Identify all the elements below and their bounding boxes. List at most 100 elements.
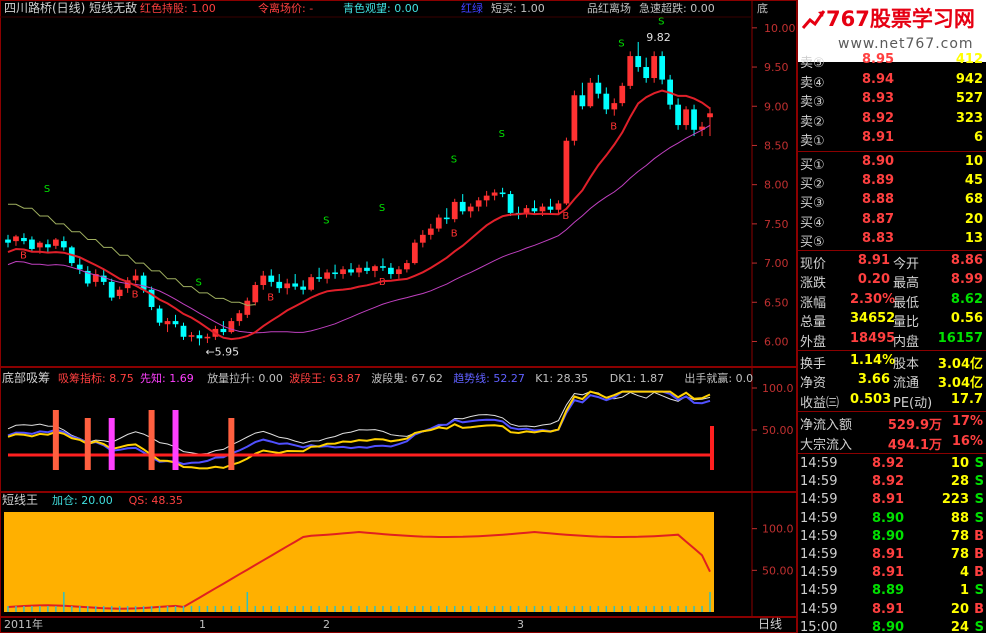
candle-body	[547, 206, 554, 210]
book-divider	[798, 151, 986, 152]
stat-value-2: 17.7	[950, 391, 983, 407]
ask-row: 卖① 8.91 6	[798, 129, 986, 149]
bid-label: 买④	[800, 215, 825, 231]
stat-label: 涨跌	[800, 276, 827, 292]
stat-value: 0.503	[850, 391, 892, 407]
ask-row: 卖③ 8.93 527	[798, 90, 986, 110]
accum-bar	[108, 418, 115, 470]
p2-indicator-5: 趋势线: 52.27	[453, 371, 525, 385]
buy-marker: B	[20, 250, 27, 261]
p2-indicator-2: 放量拉升: 0.00	[207, 371, 283, 385]
p3-indicator-1: QS: 48.35	[129, 494, 183, 507]
candle-body	[348, 269, 354, 273]
p2-indicator-8: 出手就赢: 0.0	[684, 371, 753, 385]
candle-body	[563, 140, 570, 204]
buy-marker: B	[562, 211, 569, 222]
accum-bar	[84, 418, 91, 470]
sell-marker: S	[379, 203, 385, 214]
tick-direction: S	[974, 474, 984, 490]
tick-price: 8.91	[872, 601, 905, 617]
candle-body	[611, 103, 618, 110]
tick-row: 14:59 8.91 78 B	[798, 546, 986, 565]
candle-body	[707, 113, 713, 118]
candle	[627, 51, 634, 89]
sell-marker: S	[195, 277, 201, 288]
tick-time: 14:59	[800, 510, 838, 526]
tick-time: 14:59	[800, 565, 838, 581]
sell-marker: S	[44, 184, 50, 195]
low-annotation: ←5.95	[205, 345, 239, 358]
stat-label-2: 内盘	[893, 334, 920, 350]
y-tick-label: 6.50	[764, 296, 789, 309]
candle-body	[372, 266, 378, 271]
period-label[interactable]: 日线	[758, 617, 782, 631]
tick-direction: S	[974, 510, 984, 526]
tick-volume: 223	[941, 492, 969, 508]
ask-row: 卖⑤ 8.95 412	[798, 51, 986, 71]
p2-indicator-0: 吸筹指标: 8.75	[58, 371, 134, 385]
y-tick-label: 8.50	[764, 139, 789, 152]
candle-body	[396, 269, 402, 275]
candle-body	[659, 56, 666, 80]
candle-body	[308, 277, 315, 290]
candle-body	[403, 263, 410, 270]
stat-value-2: 8.62	[950, 291, 983, 307]
logo-url: www.net767.com	[838, 36, 974, 52]
candle-body	[29, 239, 35, 249]
bid-price: 8.83	[862, 230, 895, 246]
qs-header: 短线王 加仓: 20.00 QS: 48.35	[2, 493, 183, 507]
flow-label: 净流入额	[800, 418, 853, 434]
candle-body	[52, 239, 59, 246]
candle-body	[419, 234, 426, 243]
main-indicator-2: 青色观望: 0.00	[343, 1, 419, 15]
y-tick-label: 8.00	[764, 179, 789, 192]
stat-label-2: 量比	[893, 315, 920, 331]
flow-label: 大宗流入	[800, 437, 853, 453]
tick-time: 14:59	[800, 456, 838, 471]
indicator-header: 底部吸筹 吸筹指标: 8.75 先知: 1.69 放量拉升: 0.00 波段王: 63…	[2, 370, 753, 385]
ask-volume: 323	[955, 110, 983, 126]
buy-marker: B	[267, 293, 274, 304]
tick-price: 8.90	[872, 619, 905, 633]
qs-area	[4, 512, 714, 612]
candle-body	[491, 192, 498, 196]
tick-price: 8.89	[872, 583, 905, 599]
y-tick-label: 10.00	[764, 22, 796, 35]
logo-brand: 767股票学习网	[826, 7, 975, 31]
stat-row: 外盘 18495 内盘 16157	[798, 330, 986, 350]
candle	[659, 51, 666, 85]
candle-body	[276, 281, 283, 289]
tick-time: 14:59	[800, 601, 838, 617]
tick-row: 14:59 8.91 20 B	[798, 601, 986, 620]
candle-body	[435, 217, 442, 229]
candle	[451, 198, 458, 223]
p2-tick-label: 50.00	[762, 424, 794, 437]
high-annotation: 9.82	[646, 31, 671, 44]
candle-body	[443, 217, 450, 220]
tick-row: 15:00 8.90 24 S	[798, 619, 986, 633]
candle-body	[388, 267, 394, 275]
stats-mid-divider	[798, 350, 986, 351]
candle-body	[45, 244, 51, 248]
tick-row: 14:59 8.90 88 S	[798, 510, 986, 529]
flow-value: 494.1万	[887, 437, 942, 453]
candle	[108, 278, 115, 301]
qs-fill	[4, 512, 714, 612]
candle-body	[156, 308, 163, 323]
stats-divider	[798, 250, 986, 251]
candle-body	[324, 272, 330, 279]
kline-chart[interactable]: SSSSSSSSBB BBBBB←5.959.82 10.009.509.008.…	[0, 0, 797, 633]
tick-volume: 10	[950, 456, 969, 471]
candle-body	[108, 281, 115, 298]
stat-row: 现价 8.91 今开 8.86	[798, 252, 986, 272]
stat-label: 净资	[800, 376, 827, 392]
candle-body	[635, 56, 642, 68]
buy-marker: B	[610, 122, 617, 133]
candle-body	[643, 67, 650, 79]
main-indicator-5: 品红离场	[587, 1, 631, 15]
ask-row: 卖② 8.92 323	[798, 110, 986, 130]
candle-body	[228, 321, 235, 333]
stat-value: 1.14%	[850, 353, 896, 368]
p3-tick-label: 100.0	[762, 523, 794, 536]
flow-pct: 16%	[951, 433, 983, 449]
